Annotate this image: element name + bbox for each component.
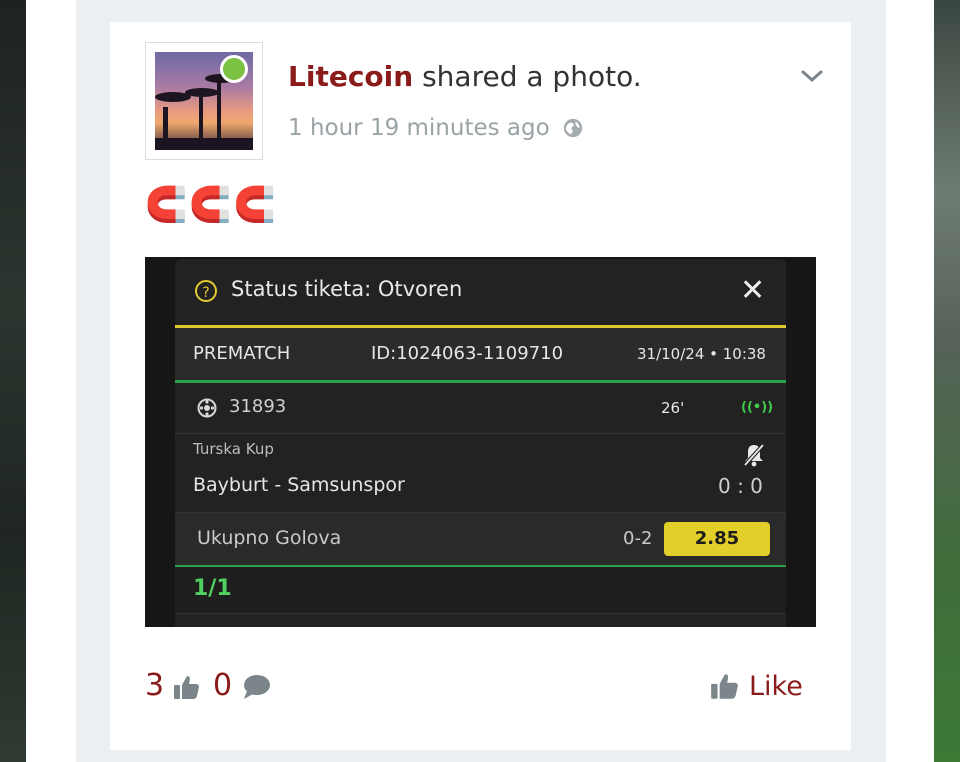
ticket-status: Status tiketa: Otvoren [231, 277, 463, 301]
ticket-type: PREMATCH [193, 343, 291, 364]
page: Litecoin shared a photo. 1 hour 19 minut… [26, 0, 934, 762]
comments-count[interactable]: 0 [213, 668, 232, 703]
thumbs-up-icon [174, 676, 199, 699]
ticket-event-row: 31893 26' ((•)) [175, 383, 786, 434]
close-icon: ✕ [740, 273, 766, 308]
ticket-panel: ? Status tiketa: Otvoren ✕ PREMATCH ID:1… [175, 259, 786, 627]
ticket-progress: 1/1 [193, 576, 232, 601]
help-icon: ? [195, 280, 217, 302]
match-score: 0 : 0 [718, 474, 763, 498]
post-message: 🧲🧲🧲 [145, 185, 279, 225]
ticket-info-row: PREMATCH ID:1024063-1109710 31/10/24 • 1… [175, 328, 786, 383]
football-icon [197, 398, 217, 418]
league-name: Turska Kup [193, 440, 274, 458]
match-teams: Bayburt - Samsunspor [193, 474, 405, 496]
comment-icon [244, 675, 270, 699]
ticket-pick-row: Ukupno Golova 0-2 2.85 [175, 513, 786, 567]
post-title: Litecoin shared a photo. [288, 60, 642, 93]
odd-badge: 2.85 [664, 522, 770, 556]
author-link[interactable]: Litecoin [288, 60, 413, 93]
ticket-id: ID:1024063-1109710 [371, 343, 564, 364]
online-status-dot [220, 55, 248, 83]
post-meta: 1 hour 19 minutes ago [288, 115, 584, 141]
likes-count[interactable]: 3 [145, 668, 164, 703]
thumbs-up-icon [711, 674, 738, 699]
event-code: 31893 [229, 396, 287, 417]
market-name: Ukupno Golova [197, 527, 342, 549]
ticket-match-row: Turska Kup Bayburt - Samsunspor 0 : 0 [175, 434, 786, 513]
ticket-header: ? Status tiketa: Otvoren ✕ [175, 259, 786, 328]
ticket-datetime: 31/10/24 • 10:38 [637, 345, 766, 363]
globe-icon [563, 118, 582, 138]
match-minute: 26' [661, 399, 685, 417]
pick-value: 0-2 [623, 528, 653, 549]
post-footer: 3 0 Like [145, 668, 816, 712]
like-label: Like [749, 670, 803, 702]
background-left [0, 0, 26, 762]
chevron-down-icon[interactable] [800, 64, 824, 88]
background-right [934, 0, 960, 762]
live-icon: ((•)) [741, 400, 774, 415]
bell-off-icon [743, 443, 765, 467]
shared-photo[interactable]: ? Status tiketa: Otvoren ✕ PREMATCH ID:1… [145, 257, 816, 627]
ticket-progress-row: 1/1 [175, 567, 786, 614]
post-action: shared a photo. [413, 60, 642, 93]
feed-column: Litecoin shared a photo. 1 hour 19 minut… [76, 0, 886, 762]
like-button[interactable]: Like [709, 670, 803, 702]
post-time[interactable]: 1 hour 19 minutes ago [288, 115, 550, 141]
avatar[interactable] [145, 42, 263, 160]
post-card: Litecoin shared a photo. 1 hour 19 minut… [110, 22, 851, 750]
